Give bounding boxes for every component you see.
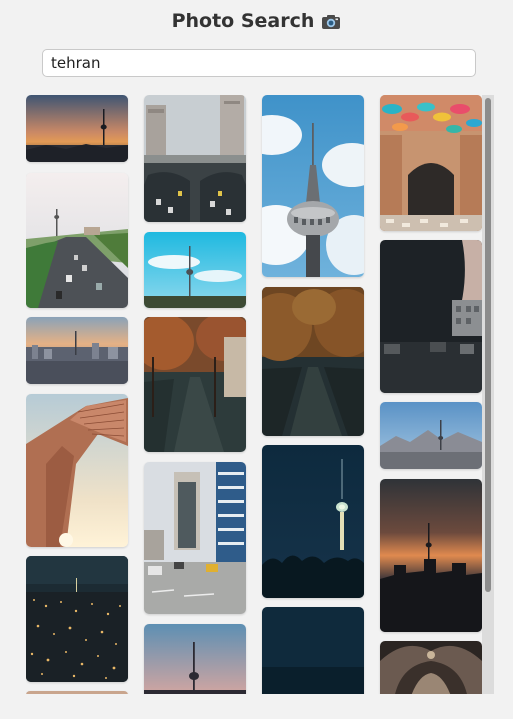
photo-sunset-silhouette[interactable] <box>380 479 482 632</box>
photo-tower-blue-sky[interactable] <box>144 232 246 308</box>
camera-icon <box>321 11 341 37</box>
photo-dark-building-shadow[interactable] <box>380 240 482 393</box>
photo-tower-twilight[interactable] <box>144 624 246 694</box>
results-scrollbar[interactable] <box>482 95 494 694</box>
search-input[interactable] <box>42 49 476 77</box>
photo-tower-clouds-closeup[interactable] <box>262 95 364 277</box>
photo-dark-blue-bottom[interactable] <box>262 607 364 694</box>
photo-tower-sunset-skyline[interactable] <box>26 95 128 162</box>
photo-umbrella-alley[interactable] <box>380 95 482 231</box>
photo-city-night-lights[interactable] <box>26 556 128 682</box>
app-header: Photo Search <box>0 8 513 37</box>
photo-autumn-road-dark[interactable] <box>262 287 364 436</box>
photo-partial-bottom[interactable] <box>26 691 128 694</box>
scrollbar-thumb[interactable] <box>485 98 491 592</box>
photo-ceiling-arches[interactable] <box>380 641 482 694</box>
photo-mountains-skyline[interactable] <box>380 402 482 469</box>
photo-grid <box>26 95 494 694</box>
page-title: Photo Search <box>171 10 315 32</box>
photo-autumn-street[interactable] <box>144 317 246 452</box>
photo-azadi-tower-closeup[interactable] <box>26 394 128 547</box>
photo-overpass-traffic[interactable] <box>144 95 246 222</box>
photo-city-dusk-panorama[interactable] <box>26 317 128 384</box>
photo-highway-tower-view[interactable] <box>26 173 128 308</box>
photo-downtown-buildings[interactable] <box>144 462 246 614</box>
photo-tower-night-lit[interactable] <box>262 445 364 598</box>
